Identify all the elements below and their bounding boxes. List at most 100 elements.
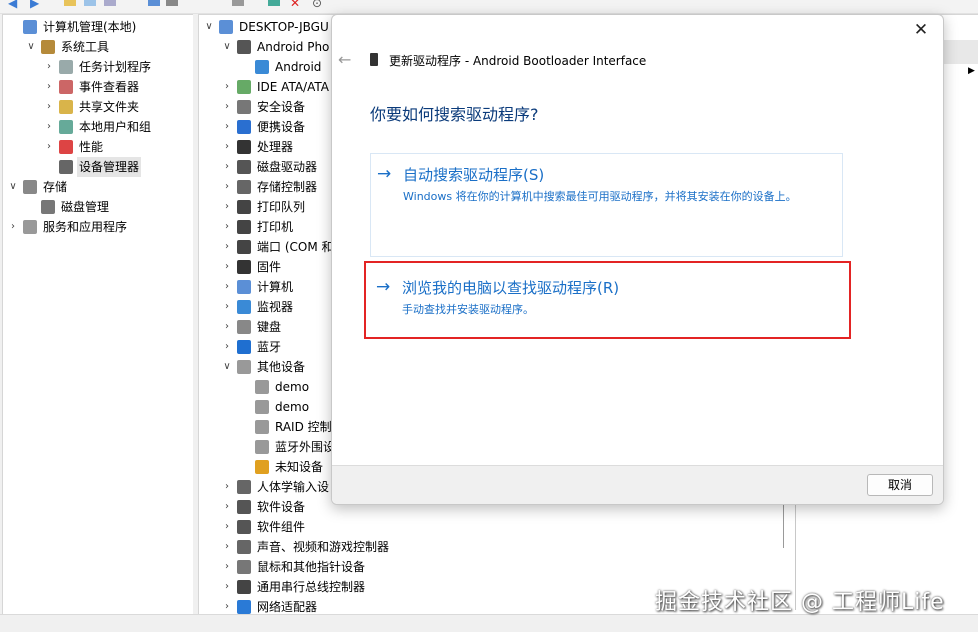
expand-chevron-icon[interactable]: ›	[221, 257, 233, 277]
tree-node[interactable]: 磁盘管理	[3, 197, 193, 217]
forward-arrow-icon[interactable]: ▶	[30, 0, 42, 10]
tree-node[interactable]: › 共享文件夹	[3, 97, 193, 117]
usb-icon	[237, 580, 251, 594]
enable-icon[interactable]	[268, 0, 280, 6]
tree-node[interactable]: 计算机管理(本地)	[3, 17, 193, 37]
tree-node[interactable]: › 声音、视频和游戏控制器	[199, 537, 978, 557]
tree-node-label: 未知设备	[275, 460, 324, 474]
collapse-chevron-icon[interactable]: ∨	[25, 37, 37, 57]
scan-icon[interactable]	[232, 0, 244, 6]
tree-node-label: 人体学输入设	[257, 480, 330, 494]
expand-chevron-icon[interactable]: ›	[221, 337, 233, 357]
tree-node-label: 键盘	[257, 320, 282, 334]
expand-chevron-icon[interactable]: ›	[221, 517, 233, 537]
help-icon[interactable]	[104, 0, 116, 6]
tree-node-label: 本地用户和组	[79, 120, 152, 134]
computer-management-icon	[23, 20, 37, 34]
event-viewer-icon	[59, 80, 73, 94]
uninstall-icon[interactable]: ✕	[290, 0, 302, 10]
monitor-icon	[237, 300, 251, 314]
tree-node[interactable]: › 本地用户和组	[3, 117, 193, 137]
expand-chevron-icon[interactable]: ›	[221, 577, 233, 597]
status-bar	[0, 614, 978, 632]
expand-chevron-icon[interactable]: ›	[221, 477, 233, 497]
expand-chevron-icon[interactable]: ›	[7, 217, 19, 237]
toolbar: ◀ ▶ ✕ ⊙	[0, 0, 978, 14]
expand-chevron-icon[interactable]: ›	[221, 297, 233, 317]
expand-chevron-icon[interactable]: ›	[221, 97, 233, 117]
keyboard-icon	[237, 320, 251, 334]
collapse-chevron-icon[interactable]: ∨	[203, 17, 215, 37]
tree-node-label: 蓝牙	[257, 340, 282, 354]
software-component-icon	[237, 520, 251, 534]
expand-chevron-icon[interactable]: ›	[221, 117, 233, 137]
expand-chevron-icon[interactable]: ›	[43, 97, 55, 117]
expand-chevron-icon[interactable]: ›	[221, 277, 233, 297]
back-arrow-icon[interactable]: ←	[338, 51, 356, 69]
tree-node[interactable]: ∨ 存储	[3, 177, 193, 197]
security-icon	[237, 100, 251, 114]
expand-chevron-icon[interactable]: ›	[221, 177, 233, 197]
monitor-icon[interactable]	[148, 0, 160, 6]
tree-node-label: 处理器	[257, 140, 294, 154]
expand-chevron-icon[interactable]: ›	[221, 557, 233, 577]
unknown-device-icon	[255, 440, 269, 454]
cancel-button[interactable]: 取消	[867, 474, 933, 496]
browse-computer-option[interactable]: → 浏览我的电脑以查找驱动程序(R) 手动查找并安装驱动程序。	[364, 261, 851, 339]
expand-chevron-icon[interactable]: ›	[43, 137, 55, 157]
auto-search-option[interactable]: → 自动搜索驱动程序(S) Windows 将在你的计算机中搜索最佳可用驱动程序…	[370, 153, 843, 257]
update-driver-icon[interactable]	[166, 0, 178, 6]
monitor-icon	[255, 60, 269, 74]
tree-node[interactable]: 设备管理器	[3, 157, 193, 177]
download-icon[interactable]: ⊙	[312, 0, 324, 10]
arrow-right-icon: →	[376, 277, 391, 297]
tree-node-label: 软件组件	[257, 520, 306, 534]
dialog-footer: 取消	[332, 465, 943, 504]
expand-chevron-icon[interactable]: ›	[43, 57, 55, 77]
tree-node[interactable]: ∨ 系统工具	[3, 37, 193, 57]
tree-node[interactable]: › 服务和应用程序	[3, 217, 193, 237]
tree-node-label: Android	[275, 60, 322, 74]
expand-chevron-icon[interactable]: ›	[221, 217, 233, 237]
portable-icon	[237, 120, 251, 134]
expand-chevron-icon[interactable]: ›	[221, 237, 233, 257]
folder-icon[interactable]	[64, 0, 76, 6]
tree-node-label: 服务和应用程序	[43, 220, 128, 234]
expand-chevron-icon[interactable]: ›	[221, 77, 233, 97]
expand-chevron-icon[interactable]: ›	[221, 157, 233, 177]
tree-node[interactable]: › 性能	[3, 137, 193, 157]
tree-node-label: 蓝牙外围设	[275, 440, 336, 454]
collapse-chevron-icon[interactable]: ∨	[221, 357, 233, 377]
network-icon	[237, 600, 251, 614]
expand-chevron-icon[interactable]: ›	[43, 117, 55, 137]
back-arrow-icon[interactable]: ◀	[8, 0, 20, 10]
tools-icon	[41, 40, 55, 54]
expand-chevron-icon[interactable]: ›	[221, 537, 233, 557]
expand-chevron-icon[interactable]: ›	[221, 497, 233, 517]
tree-node-label: 存储	[43, 180, 68, 194]
expand-chevron-icon[interactable]: ›	[221, 197, 233, 217]
sound-icon	[237, 540, 251, 554]
device-icon	[370, 53, 378, 66]
tree-node[interactable]: › 任务计划程序	[3, 57, 193, 77]
tree-node[interactable]: › 事件查看器	[3, 77, 193, 97]
collapse-chevron-icon[interactable]: ∨	[221, 37, 233, 57]
tree-node-label: 系统工具	[61, 40, 110, 54]
properties-icon[interactable]	[84, 0, 96, 6]
ide-icon	[237, 80, 251, 94]
tree-node[interactable]: › 软件组件	[199, 517, 978, 537]
expand-chevron-icon[interactable]: ›	[221, 317, 233, 337]
printer-icon	[237, 220, 251, 234]
port-icon	[237, 240, 251, 254]
expand-arrow-icon[interactable]: ▶	[968, 66, 975, 76]
auto-search-title: 自动搜索驱动程序(S)	[403, 166, 545, 184]
tree-node-label: Android Pho	[257, 40, 330, 54]
expand-chevron-icon[interactable]: ›	[43, 77, 55, 97]
expand-chevron-icon[interactable]: ›	[221, 137, 233, 157]
collapse-chevron-icon[interactable]: ∨	[7, 177, 19, 197]
close-icon[interactable]: ✕	[909, 19, 933, 41]
auto-search-desc: Windows 将在你的计算机中搜索最佳可用驱动程序，并将其安装在你的设备上。	[403, 190, 797, 203]
tree-node[interactable]: › 鼠标和其他指针设备	[199, 557, 978, 577]
tree-node-label: 鼠标和其他指针设备	[257, 560, 366, 574]
tree-node-label: 任务计划程序	[79, 60, 152, 74]
